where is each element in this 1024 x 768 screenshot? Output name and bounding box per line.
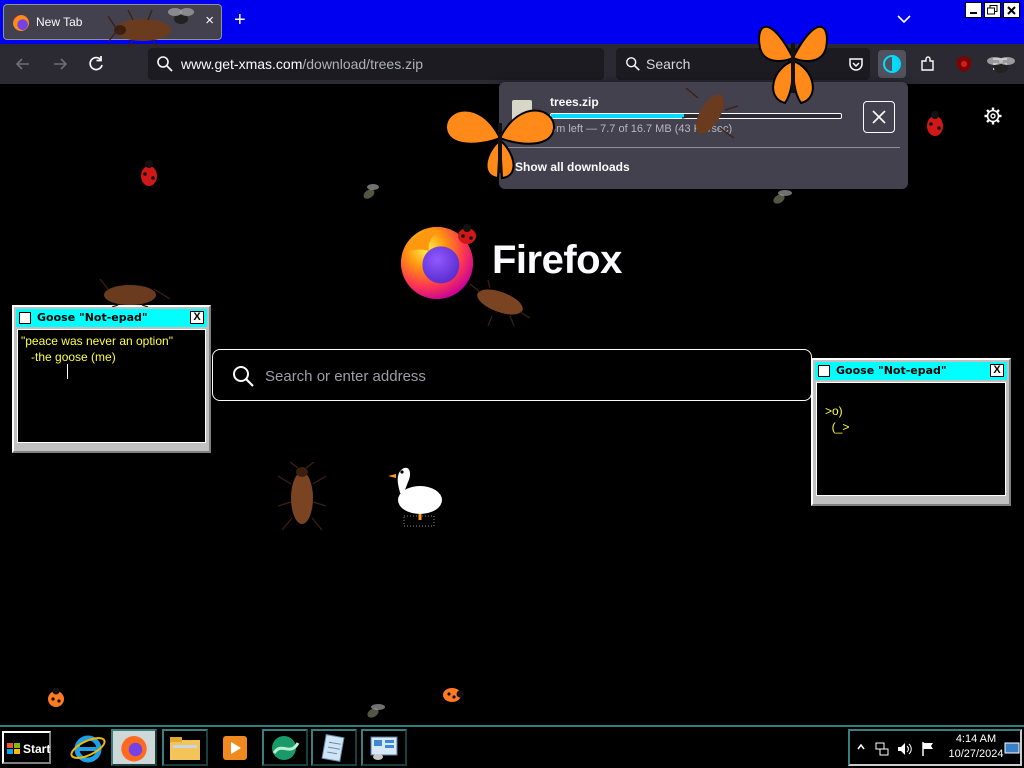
ladybug-icon xyxy=(458,224,476,244)
chevron-up-icon[interactable] xyxy=(856,741,866,755)
address-bar[interactable]: www.get-xmas.com/download/trees.zip xyxy=(148,48,604,80)
clock-date[interactable]: 10/27/2024 xyxy=(941,748,1011,760)
taskbar-app-globe[interactable] xyxy=(262,729,308,766)
firefox-icon xyxy=(121,736,147,762)
back-icon[interactable] xyxy=(13,54,33,74)
forward-icon[interactable] xyxy=(50,54,70,74)
chevron-down-icon[interactable] xyxy=(896,11,912,27)
control-panel-icon xyxy=(370,736,398,760)
newtab-search-input[interactable]: Search or enter address xyxy=(212,349,812,401)
goose-notepad-body[interactable]: "peace was never an option" -the goose (… xyxy=(17,329,206,443)
puzzle-icon xyxy=(921,56,934,71)
goose-notepad-titlebar[interactable]: Goose "Not-epad" X xyxy=(815,362,1007,380)
goose-icon xyxy=(388,467,442,527)
goose-notepad-window[interactable]: Goose "Not-epad" X >o) (_> xyxy=(811,358,1011,506)
internet-explorer-icon xyxy=(70,735,106,763)
fly-icon xyxy=(987,57,1015,73)
download-progress-icon xyxy=(883,55,901,73)
ladybug-icon xyxy=(48,687,64,707)
taskbar-file-explorer[interactable] xyxy=(162,729,208,766)
goose-notepad-titlebar[interactable]: Goose "Not-epad" X xyxy=(16,309,207,327)
search-placeholder: Search xyxy=(646,56,691,72)
pocket-button[interactable] xyxy=(842,50,870,78)
ladybug-icon xyxy=(443,688,464,702)
minimize-icon xyxy=(970,11,977,14)
cockroach-icon xyxy=(99,278,170,307)
flag-icon[interactable] xyxy=(920,741,936,757)
volume-icon[interactable] xyxy=(896,741,914,757)
folder-icon xyxy=(170,737,200,760)
divider xyxy=(507,147,900,148)
taskbar-internet-explorer[interactable] xyxy=(64,729,110,766)
goose-notepad-close-button[interactable]: X xyxy=(190,311,204,324)
fly-icon xyxy=(773,190,792,204)
notepad-icon xyxy=(321,734,345,762)
fly-icon xyxy=(168,8,194,24)
firefox-icon xyxy=(13,15,29,31)
close-window-button[interactable] xyxy=(1003,2,1020,18)
firefox-wordmark: Firefox xyxy=(492,238,622,282)
downloads-button[interactable] xyxy=(878,50,906,78)
media-player-icon xyxy=(223,736,247,760)
notepad-icon xyxy=(818,365,830,377)
fly-icon xyxy=(363,184,379,199)
search-icon xyxy=(626,57,640,71)
download-progress-fill xyxy=(551,114,685,118)
close-icon xyxy=(872,110,886,124)
cockroach-icon xyxy=(681,88,739,139)
cockroach-icon xyxy=(470,280,530,326)
ladybug-icon xyxy=(141,160,157,186)
goose-notepad-text: "peace was never an option" -the goose (… xyxy=(21,334,173,364)
ublock-button[interactable] xyxy=(950,50,978,78)
taskbar-firefox[interactable] xyxy=(111,729,157,766)
navigation-toolbar: www.get-xmas.com/download/trees.zip Sear… xyxy=(0,44,1024,84)
clock-time[interactable]: 4:14 AM xyxy=(953,733,999,745)
text-cursor xyxy=(67,364,68,379)
restore-button[interactable] xyxy=(984,2,1001,18)
start-label: Start xyxy=(23,742,51,756)
goose-notepad-title: Goose "Not-epad" xyxy=(836,364,947,377)
reload-icon[interactable] xyxy=(86,54,106,74)
globe-icon xyxy=(272,736,300,760)
pocket-icon xyxy=(849,58,863,71)
ladybug-icon xyxy=(927,111,943,136)
close-tab-icon[interactable]: × xyxy=(205,12,214,29)
search-icon xyxy=(157,56,173,72)
goose-notepad-title: Goose "Not-epad" xyxy=(37,311,148,324)
new-tab-button[interactable]: + xyxy=(234,9,246,32)
cancel-download-button[interactable] xyxy=(863,101,895,133)
cockroach-icon xyxy=(277,462,327,531)
close-icon xyxy=(1007,5,1016,15)
goose-notepad-text: >o) (_> xyxy=(825,404,850,434)
butterfly-icon xyxy=(444,109,556,180)
windows-logo-icon xyxy=(7,743,20,754)
taskbar-app-control-panel[interactable] xyxy=(361,729,407,766)
butterfly-icon xyxy=(758,25,828,105)
start-button[interactable]: Start xyxy=(2,731,51,764)
restore-icon xyxy=(987,5,998,15)
fly-icon xyxy=(367,704,385,718)
url-domain: www.get-xmas.com xyxy=(181,56,303,72)
taskbar-media-player[interactable] xyxy=(212,729,258,766)
goose-notepad-body[interactable]: >o) (_> xyxy=(816,382,1006,496)
network-icon[interactable] xyxy=(874,741,890,757)
newtab-search-placeholder: Search or enter address xyxy=(265,368,426,385)
ublock-icon xyxy=(957,56,971,72)
notepad-icon xyxy=(19,312,31,324)
extensions-button[interactable] xyxy=(914,50,942,78)
url-path: /download/trees.zip xyxy=(302,56,423,72)
gear-icon[interactable] xyxy=(983,106,1003,126)
search-icon xyxy=(233,366,254,387)
minimize-button[interactable] xyxy=(965,2,982,18)
goose-notepad-window[interactable]: Goose "Not-epad" X "peace was never an o… xyxy=(12,305,211,453)
tab-title: New Tab xyxy=(36,15,83,29)
taskbar: Start 4:14 AM xyxy=(0,725,1024,768)
url-text: www.get-xmas.com/download/trees.zip xyxy=(181,56,423,72)
taskbar-app-notes[interactable] xyxy=(311,729,357,766)
goose-notepad-close-button[interactable]: X xyxy=(990,364,1004,377)
